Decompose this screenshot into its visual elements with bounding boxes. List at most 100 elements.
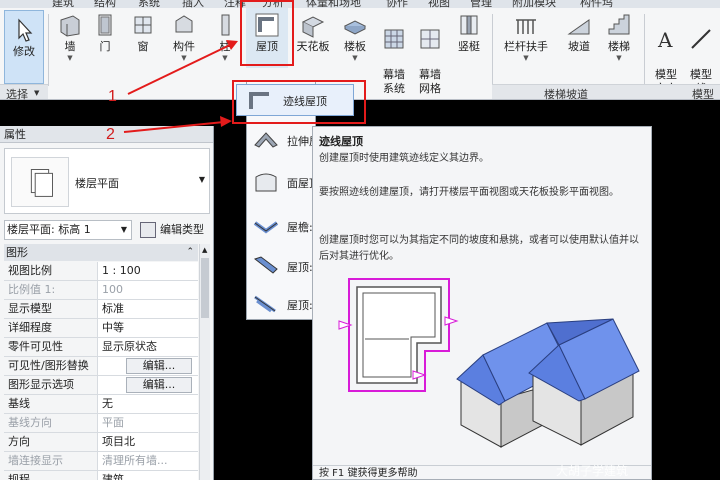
- dropdown-item-soffit[interactable]: 屋檐:: [251, 209, 315, 243]
- panel-select-label[interactable]: 选择: [6, 86, 28, 102]
- dropdown-item-fascia[interactable]: 屋顶:: [251, 249, 315, 283]
- panel-circulation-label: 楼梯坡道: [544, 88, 588, 101]
- scroll-up-icon[interactable]: ▲: [202, 246, 207, 254]
- property-name: 图形显示选项: [4, 376, 98, 394]
- curtain-system-button[interactable]: 幕墙 系统: [378, 12, 410, 96]
- group-header-graphics[interactable]: 图形 ⌃: [4, 244, 198, 261]
- modify-label: 修改: [13, 45, 35, 58]
- tooltip-paragraph: 创建屋顶时您可以为其指定不同的坡度和悬挑，或者可以使用默认值并以后对其进行优化。: [319, 235, 639, 262]
- model-text-icon: A: [657, 28, 673, 52]
- panel-model-label: 模型: [692, 88, 714, 101]
- edit-button[interactable]: 编辑...: [126, 377, 192, 393]
- tab-component-dock[interactable]: 构件坞: [580, 0, 613, 8]
- component-button[interactable]: 构件 ▼: [166, 12, 202, 62]
- curtain-grid-button[interactable]: 幕墙 网格: [414, 12, 446, 96]
- tab-collaborate[interactable]: 协作: [386, 0, 408, 8]
- tooltip-paragraph: 创建屋顶时使用建筑迹线定义其边界。: [319, 153, 489, 164]
- type-selector[interactable]: 楼层平面 ▼: [4, 148, 210, 214]
- property-name: 显示模型: [4, 300, 98, 318]
- chevron-down-icon[interactable]: ▼: [602, 54, 636, 62]
- tab-insert[interactable]: 插入: [182, 0, 204, 8]
- property-row[interactable]: 基线方向 平面: [4, 414, 198, 433]
- tab-manage[interactable]: 管理: [470, 0, 492, 8]
- wall-button[interactable]: 墙 ▼: [54, 12, 86, 62]
- tab-massing[interactable]: 体量和场地: [306, 0, 361, 8]
- property-value[interactable]: 中等: [98, 319, 198, 337]
- mullion-label: 竖梃: [458, 40, 480, 53]
- property-value[interactable]: 编辑...: [98, 357, 198, 375]
- annotation-number-2: 2: [106, 126, 115, 143]
- ceiling-button[interactable]: 天花板: [292, 12, 334, 54]
- dropdown-item-extrusion-roof[interactable]: 拉伸屋: [251, 123, 320, 157]
- property-name: 基线方向: [4, 414, 98, 432]
- chevron-down-icon[interactable]: ▼: [54, 54, 86, 62]
- door-label: 门: [99, 40, 111, 53]
- property-row[interactable]: 视图比例 1 : 100: [4, 262, 198, 281]
- properties-scrollbar[interactable]: ▲: [199, 244, 210, 480]
- collapse-icon[interactable]: ⌃: [186, 244, 194, 261]
- property-value[interactable]: 显示原状态: [98, 338, 198, 356]
- property-row[interactable]: 显示模型 标准: [4, 300, 198, 319]
- model-line-icon: [691, 29, 711, 49]
- stair-button[interactable]: 楼梯 ▼: [602, 12, 636, 62]
- watermark-text: 大胡子学建筑: [556, 464, 629, 478]
- property-row[interactable]: 墙连接显示 清理所有墙...: [4, 452, 198, 471]
- instance-filter-dropdown[interactable]: 楼层平面: 标高 1 ▼: [4, 220, 132, 240]
- annotation-arrowhead-2: [220, 116, 232, 127]
- edit-type-label: 编辑类型: [160, 223, 204, 236]
- property-value[interactable]: 无: [98, 395, 198, 413]
- property-name: 比例值 1:: [4, 281, 98, 299]
- chevron-down-icon[interactable]: ▼: [199, 175, 205, 184]
- tab-structure[interactable]: 结构: [94, 0, 116, 8]
- separator: [492, 14, 493, 86]
- dropdown-item-label: 屋檐:: [287, 221, 313, 234]
- door-button[interactable]: 门: [90, 12, 120, 54]
- column-button[interactable]: 柱 ▼: [210, 12, 240, 62]
- curtain-grid-icon: [420, 29, 440, 49]
- chevron-down-icon[interactable]: ▼: [498, 54, 554, 62]
- component-label: 构件: [173, 40, 195, 53]
- property-value[interactable]: 标准: [98, 300, 198, 318]
- property-name: 可见性/图形替换: [4, 357, 98, 375]
- cursor-arrow-icon: [18, 18, 33, 42]
- chevron-down-icon[interactable]: ▼: [34, 89, 39, 97]
- property-row[interactable]: 比例值 1: 100: [4, 281, 198, 300]
- property-row[interactable]: 可见性/图形替换 编辑...: [4, 357, 198, 376]
- tab-architecture[interactable]: 建筑: [52, 0, 74, 8]
- edit-type-button[interactable]: 编辑类型: [138, 220, 210, 240]
- tab-addins[interactable]: 附加模块: [512, 0, 556, 8]
- properties-palette: 属性 楼层平面 ▼ 楼层平面: 标高 1 ▼ 编辑类型 图形 ⌃ 视图比例 1 :…: [0, 126, 214, 480]
- ramp-button[interactable]: 坡道: [562, 12, 596, 54]
- property-row[interactable]: 详细程度 中等: [4, 319, 198, 338]
- chevron-down-icon[interactable]: ▼: [166, 54, 202, 62]
- edit-button[interactable]: 编辑...: [126, 358, 192, 374]
- door-icon: [98, 14, 112, 36]
- tab-systems[interactable]: 系统: [138, 0, 160, 8]
- property-value[interactable]: 建筑: [98, 471, 198, 480]
- property-value[interactable]: 编辑...: [98, 376, 198, 394]
- ribbon-tab-strip: 建筑 结构 系统 插入 注释 分析 体量和场地 协作 视图 管理 附加模块 构件…: [0, 0, 720, 8]
- chevron-down-icon[interactable]: ▼: [121, 221, 127, 239]
- tab-view[interactable]: 视图: [428, 0, 450, 8]
- property-value[interactable]: 1 : 100: [98, 262, 198, 280]
- property-row[interactable]: 零件可见性 显示原状态: [4, 338, 198, 357]
- floor-button[interactable]: 楼板 ▼: [338, 12, 372, 62]
- roof-illustration: [338, 278, 640, 448]
- curtain-grid-label: 幕墙 网格: [419, 68, 441, 95]
- modify-button[interactable]: 修改: [4, 10, 44, 84]
- chevron-down-icon[interactable]: ▼: [338, 54, 372, 62]
- column-icon: [221, 14, 230, 36]
- window-label: 窗: [137, 40, 149, 53]
- property-row[interactable]: 方向 项目北: [4, 433, 198, 452]
- property-row[interactable]: 基线无: [4, 395, 198, 414]
- scroll-thumb[interactable]: [201, 258, 209, 318]
- mullion-button[interactable]: 竖梃: [452, 12, 486, 54]
- dropdown-item-face-roof[interactable]: 面屋顶: [251, 165, 320, 199]
- chevron-down-icon[interactable]: ▼: [210, 54, 240, 62]
- window-button[interactable]: 窗: [128, 12, 158, 54]
- property-value[interactable]: 项目北: [98, 433, 198, 451]
- property-row[interactable]: 规程 建筑: [4, 471, 198, 480]
- railing-button[interactable]: 栏杆扶手 ▼: [498, 12, 554, 62]
- dropdown-item-gutter[interactable]: 屋顶:: [251, 287, 315, 321]
- property-row[interactable]: 图形显示选项 编辑...: [4, 376, 198, 395]
